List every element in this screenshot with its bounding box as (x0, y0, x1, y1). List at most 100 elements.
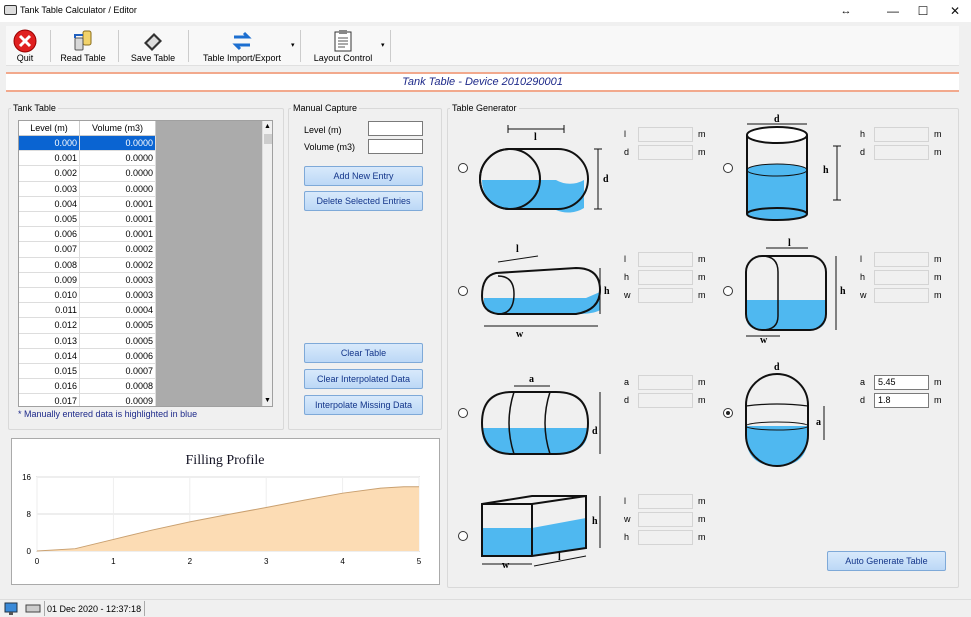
level-cell[interactable]: 0.007 (19, 242, 80, 258)
save-table-button[interactable]: Save Table (126, 26, 180, 66)
level-cell[interactable]: 0.015 (19, 364, 80, 380)
level-cell[interactable]: 0.008 (19, 257, 80, 273)
volume-cell[interactable]: 0.0000 (80, 136, 156, 152)
layout-dropdown-icon[interactable]: ▾ (381, 41, 385, 49)
table-import-export-button[interactable]: Table Import/Export (200, 26, 284, 66)
volume-cell[interactable]: 0.0002 (80, 242, 156, 258)
unit-label: m (698, 395, 706, 405)
table-row[interactable]: 0.010 0.0003 (19, 288, 156, 304)
table-row[interactable]: 0.013 0.0005 (19, 333, 156, 349)
level-cell[interactable]: 0.000 (19, 136, 80, 152)
vcap-param-input[interactable]: 5.45 (874, 375, 929, 390)
radio-rectangular-tank[interactable] (458, 531, 468, 541)
volume-cell[interactable]: 0.0003 (80, 288, 156, 304)
volume-cell[interactable]: 0.0001 (80, 196, 156, 212)
unit-label: m (698, 272, 706, 282)
minimize-button[interactable]: — (878, 0, 908, 22)
table-row[interactable]: 0.011 0.0004 (19, 303, 156, 319)
volume-cell[interactable]: 0.0005 (80, 318, 156, 334)
table-row[interactable]: 0.016 0.0008 (19, 379, 156, 395)
volume-cell[interactable]: 0.0000 (80, 166, 156, 182)
unit-label: m (698, 290, 706, 300)
radio-vertical-cylinder[interactable] (723, 163, 733, 173)
table-row[interactable]: 0.014 0.0006 (19, 348, 156, 364)
table-row[interactable]: 0.004 0.0001 (19, 196, 156, 212)
radio-vertical-oval[interactable] (723, 286, 733, 296)
import-export-dropdown-icon[interactable]: ▾ (291, 41, 295, 49)
volume-cell[interactable]: 0.0001 (80, 212, 156, 228)
radio-horizontal-capsule[interactable] (458, 408, 468, 418)
clear-interpolated-data-button[interactable]: Clear Interpolated Data (304, 369, 423, 389)
unit-label: m (698, 377, 706, 387)
column-header-level[interactable]: Level (m) (19, 121, 80, 136)
level-cell[interactable]: 0.009 (19, 272, 80, 288)
level-cell[interactable]: 0.010 (19, 288, 80, 304)
table-row[interactable]: 0.007 0.0002 (19, 242, 156, 258)
resize-icon[interactable]: ↔ (831, 0, 861, 22)
level-cell[interactable]: 0.004 (19, 196, 80, 212)
table-row[interactable]: 0.012 0.0005 (19, 318, 156, 334)
table-row[interactable]: 0.003 0.0000 (19, 181, 156, 197)
maximize-button[interactable]: ☐ (908, 0, 938, 22)
scroll-down-icon[interactable]: ▼ (264, 397, 271, 404)
volume-cell[interactable]: 0.0001 (80, 227, 156, 243)
level-cell[interactable]: 0.012 (19, 318, 80, 334)
volume-cell[interactable]: 0.0006 (80, 348, 156, 364)
table-row[interactable]: 0.017 0.0009 (19, 394, 156, 406)
level-cell[interactable]: 0.014 (19, 348, 80, 364)
level-cell[interactable]: 0.011 (19, 303, 80, 319)
level-cell[interactable]: 0.017 (19, 394, 80, 406)
table-row[interactable]: 0.001 0.0000 (19, 151, 156, 167)
volume-cell[interactable]: 0.0000 (80, 181, 156, 197)
volume-cell[interactable]: 0.0000 (80, 151, 156, 167)
volume-cell[interactable]: 0.0005 (80, 333, 156, 349)
level-cell[interactable]: 0.013 (19, 333, 80, 349)
table-row[interactable]: 0.008 0.0002 (19, 257, 156, 273)
svg-text:a: a (816, 417, 821, 428)
delete-selected-entries-button[interactable]: Delete Selected Entries (304, 191, 423, 211)
radio-vertical-capsule[interactable] (723, 408, 733, 418)
level-cell[interactable]: 0.003 (19, 181, 80, 197)
table-row[interactable]: 0.000 0.0000 (19, 136, 156, 152)
volume-cell[interactable]: 0.0008 (80, 379, 156, 395)
radio-horizontal-oval[interactable] (458, 286, 468, 296)
tank-table-grid[interactable]: Level (m) Volume (m3) ▲ ▼ 0.000 0.0000 0.0… (18, 120, 273, 407)
close-button[interactable]: ✕ (940, 0, 970, 22)
interpolate-missing-data-button[interactable]: Interpolate Missing Data (304, 395, 423, 415)
level-cell[interactable]: 0.005 (19, 212, 80, 228)
radio-horizontal-cylinder[interactable] (458, 163, 468, 173)
volume-cell[interactable]: 0.0007 (80, 364, 156, 380)
read-table-icon (74, 30, 92, 51)
clear-table-button[interactable]: Clear Table (304, 343, 423, 363)
level-input[interactable] (368, 121, 423, 136)
layout-control-button[interactable]: Layout Control (310, 26, 376, 66)
auto-generate-table-button[interactable]: Auto Generate Table (827, 551, 946, 571)
table-row[interactable]: 0.006 0.0001 (19, 227, 156, 243)
vcap-param-input[interactable]: 1.8 (874, 393, 929, 408)
level-label: Level (m) (304, 125, 342, 135)
volume-cell[interactable]: 0.0004 (80, 303, 156, 319)
table-row[interactable]: 0.002 0.0000 (19, 166, 156, 182)
scroll-up-icon[interactable]: ▲ (264, 123, 271, 130)
layout-control-label: Layout Control (313, 53, 373, 63)
rect-param-input (638, 494, 693, 509)
table-row[interactable]: 0.009 0.0003 (19, 272, 156, 288)
volume-cell[interactable]: 0.0009 (80, 394, 156, 406)
vcyl-param-input (874, 127, 929, 142)
table-row[interactable]: 0.005 0.0001 (19, 212, 156, 228)
read-table-button[interactable]: Read Table (56, 26, 110, 66)
volume-cell[interactable]: 0.0002 (80, 257, 156, 273)
level-cell[interactable]: 0.006 (19, 227, 80, 243)
volume-cell[interactable]: 0.0003 (80, 272, 156, 288)
grid-scrollbar[interactable]: ▲ ▼ (262, 121, 272, 406)
add-new-entry-button[interactable]: Add New Entry (304, 166, 423, 186)
level-cell[interactable]: 0.001 (19, 151, 80, 167)
quit-button[interactable]: Quit (8, 26, 42, 66)
table-row[interactable]: 0.015 0.0007 (19, 364, 156, 380)
scroll-thumb[interactable] (264, 134, 272, 144)
column-header-volume[interactable]: Volume (m3) (80, 121, 156, 136)
volume-input[interactable] (368, 139, 423, 154)
level-cell[interactable]: 0.016 (19, 379, 80, 395)
svg-text:l: l (788, 238, 791, 249)
level-cell[interactable]: 0.002 (19, 166, 80, 182)
